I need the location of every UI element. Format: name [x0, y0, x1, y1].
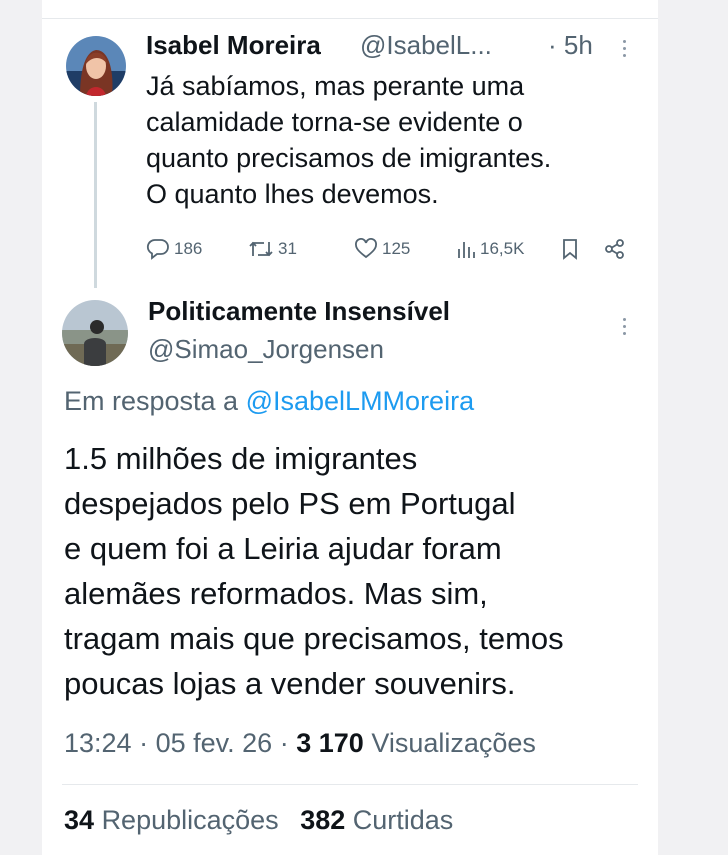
reply-icon [146, 239, 169, 260]
like-icon [355, 238, 377, 259]
parent-text: Já sabíamos, mas perante uma calamidade … [146, 68, 551, 212]
meta-separator: · [279, 728, 289, 758]
tweet-card: Isabel Moreira @IsabelL... · 5h Já sabía… [42, 0, 658, 855]
views-total: 3 170 [296, 728, 364, 758]
main-author-name[interactable]: Politicamente Insensível [148, 296, 450, 327]
repost-count: 31 [278, 239, 297, 258]
main-text-line: tragam mais que precisamos, temos [64, 621, 564, 656]
parent-text-line: O quanto lhes devemos. [146, 179, 439, 209]
parent-text-line: Já sabíamos, mas perante uma [146, 71, 525, 101]
more-options-icon[interactable] [623, 40, 627, 61]
reposts-total: 34 [64, 805, 95, 835]
reply-context-prefix: Em resposta a [64, 386, 239, 416]
tweet-date[interactable]: 05 fev. 26 [156, 728, 273, 758]
main-text-line: despejados pelo PS em Portugal [64, 486, 516, 521]
main-author-handle[interactable]: @Simao_Jorgensen [148, 334, 384, 365]
parent-author-handle[interactable]: @IsabelL... [360, 30, 492, 61]
tweet-stats: 34 Republicações 382 Curtidas [64, 805, 453, 836]
likes-total: 382 [300, 805, 346, 835]
reply-context: Em resposta a @IsabelLMMoreira [64, 386, 474, 417]
meta-divider [62, 784, 638, 785]
reply-to-handle-link[interactable]: @IsabelLMMoreira [246, 386, 475, 416]
parent-time[interactable]: · 5h [548, 30, 593, 61]
thread-line [94, 102, 97, 288]
repost-action[interactable]: 31 [248, 238, 297, 260]
avatar-isabel[interactable] [66, 36, 126, 96]
main-text-line: poucas lojas a vender souvenirs. [64, 666, 516, 701]
main-text-line: e quem foi a Leiria ajudar foram [64, 531, 502, 566]
meta-separator: · [139, 728, 149, 758]
bookmark-icon [563, 239, 577, 260]
share-action[interactable] [604, 238, 626, 260]
reposts-label: Republicações [101, 805, 279, 835]
avatar-politicamente[interactable] [62, 300, 128, 366]
reply-action[interactable]: 186 [146, 238, 202, 260]
like-count: 125 [382, 239, 411, 258]
like-action[interactable]: 125 [354, 238, 410, 260]
tweet-time[interactable]: 13:24 [64, 728, 132, 758]
parent-text-line: calamidade torna-se evidente o [146, 107, 523, 137]
bookmark-action[interactable] [560, 238, 580, 260]
likes-stat[interactable]: 382 Curtidas [300, 805, 453, 835]
reposts-stat[interactable]: 34 Republicações [64, 805, 286, 835]
parent-author-name[interactable]: Isabel Moreira [146, 30, 321, 61]
parent-text-line: quanto precisamos de imigrantes. [146, 143, 552, 173]
views-icon [458, 242, 475, 258]
views-action[interactable]: 16,5K [456, 238, 524, 260]
tweet-meta: 13:24 · 05 fev. 26 · 3 170 Visualizações [64, 728, 536, 759]
repost-icon [249, 241, 273, 257]
likes-label: Curtidas [352, 805, 454, 835]
main-more-options-icon[interactable] [623, 318, 627, 339]
main-text-line: 1.5 milhões de imigrantes [64, 441, 418, 476]
views-label: Visualizações [371, 728, 536, 758]
top-divider [42, 18, 658, 19]
share-icon [605, 239, 624, 259]
reply-count: 186 [174, 239, 203, 258]
main-tweet-text: 1.5 milhões de imigrantes despejados pel… [64, 436, 564, 706]
main-text-line: alemães reformados. Mas sim, [64, 576, 488, 611]
views-count: 16,5K [480, 239, 525, 258]
